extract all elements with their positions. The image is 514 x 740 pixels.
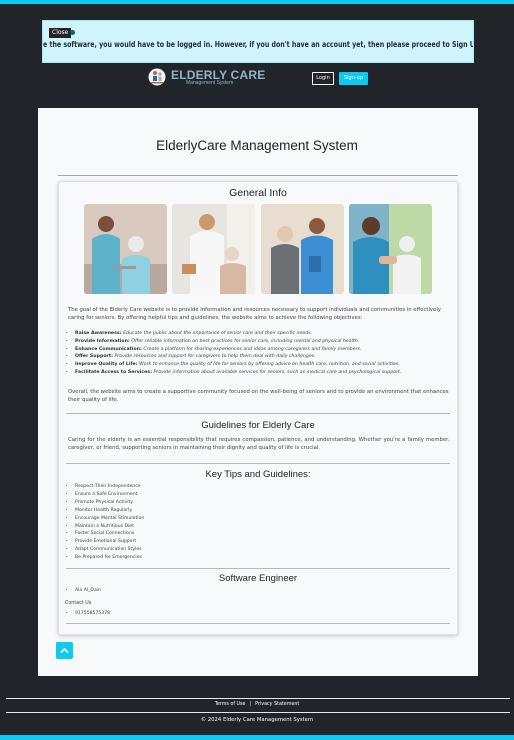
notice-message: e the software, you would have to be log… [43, 40, 474, 49]
brand-tagline: Management System [186, 80, 234, 86]
info-icon [70, 30, 75, 35]
list-item: Raise Awareness: Educate the public abou… [75, 330, 401, 338]
guidelines-paragraph: Caring for the elderly is an essential r… [68, 437, 450, 451]
intro-paragraph: The goal of the Elderly Care website is … [68, 307, 441, 321]
closing-paragraph: Overall, the website aims to create a su… [68, 389, 449, 403]
divider [66, 413, 450, 414]
guidelines-heading: Guidelines for Elderly Care [201, 420, 315, 431]
engineer-heading: Software Engineer [218, 573, 298, 584]
contact-phone[interactable]: 917558575378 [75, 610, 110, 617]
top-accent-line [0, 0, 514, 4]
list-item: Monitor Health Regularly [75, 507, 144, 515]
footer-separator: | [249, 702, 252, 707]
caregiver-photo-3 [261, 204, 344, 294]
divider [58, 175, 458, 176]
close-notice-button[interactable]: Close [49, 28, 72, 38]
engineer-name: Ala Al_Dain [75, 587, 101, 594]
list-item: Enhance Communication: Create a platform… [75, 346, 401, 354]
list-item: Offer Support: Provide resources and sup… [75, 353, 401, 361]
list-item: Respect Their Independence [75, 483, 144, 491]
general-info-heading: General Info [229, 187, 287, 199]
elderly-care-logo-icon [148, 68, 166, 86]
list-item: Provide Information: Offer reliable info… [75, 338, 401, 346]
list-item: Maintain a Nutritious Diet [75, 523, 144, 531]
list-item: Promote Physical Activity [75, 499, 144, 507]
chevron-up-icon [60, 647, 69, 654]
footer-divider [6, 712, 510, 713]
login-notice-alert: Close e the software, you would have to … [42, 20, 474, 63]
privacy-link[interactable]: Privacy Statement [255, 702, 299, 707]
engineer-list: Ala Al_Dain [65, 587, 101, 594]
divider [66, 463, 450, 464]
list-item: Improve Quality of Life: Work to enhance… [75, 361, 401, 369]
list-item: Ensure a Safe Environment [75, 491, 144, 499]
tips-heading: Key Tips and Guidelines: [205, 469, 311, 480]
contact-label: Contact Us [65, 601, 92, 606]
caregiver-photo-4 [349, 204, 432, 294]
divider [66, 623, 450, 624]
copyright-text: © 2024 Elderly Care Management System [200, 717, 314, 723]
tips-list: Respect Their Independence Ensure a Safe… [65, 483, 144, 562]
list-item: Encourage Mental Stimulation [75, 515, 144, 523]
caregiver-photo-2 [172, 204, 255, 294]
divider [66, 568, 450, 569]
contact-list: 917558575378 [65, 610, 110, 617]
list-item: Facilitate Access to Services: Provide i… [75, 369, 401, 377]
list-item: Adapt Communication Styles [75, 546, 144, 554]
page-title: ElderlyCare Management System [156, 138, 358, 153]
list-item: Provide Emotional Support [75, 538, 144, 546]
bottom-accent-line [0, 735, 514, 740]
list-item: Be Prepared for Emergencies [75, 554, 144, 562]
signup-button[interactable]: Sign-up [339, 72, 368, 85]
scroll-to-top-button[interactable] [56, 642, 73, 659]
list-item: Foster Social Connections [75, 530, 144, 538]
objectives-list: Raise Awareness: Educate the public abou… [65, 330, 401, 377]
login-button[interactable]: Login [312, 72, 334, 85]
terms-link[interactable]: Terms of Use [215, 702, 246, 707]
caregiver-photo-1 [84, 204, 167, 294]
footer-links: Terms of Use | Privacy Statement [0, 702, 514, 707]
footer-divider [6, 698, 510, 699]
